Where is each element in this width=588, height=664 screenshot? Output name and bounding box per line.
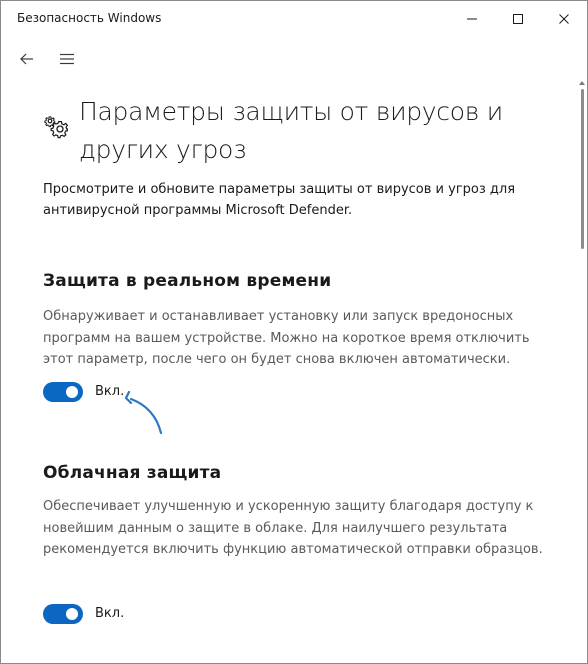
realtime-protection-description: Обнаруживает и останавливает установку и… bbox=[43, 309, 530, 367]
cloud-protection-toggle[interactable] bbox=[43, 604, 83, 624]
cloud-protection-toggle-label: Вкл. bbox=[95, 606, 125, 621]
realtime-protection-title: Защита в реальном времени bbox=[43, 271, 332, 291]
cloud-protection-title: Облачная защита bbox=[43, 463, 222, 483]
cloud-protection-description: Обеспечивает улучшенную и ускоренную защ… bbox=[43, 499, 543, 557]
scroll-up-arrow-icon[interactable] bbox=[579, 79, 585, 87]
vertical-scrollbar[interactable] bbox=[579, 79, 585, 663]
annotation-arrow-icon bbox=[124, 390, 163, 435]
page-title: Параметры защиты от вирусов и других угр… bbox=[79, 97, 503, 164]
toggle-knob bbox=[66, 386, 78, 398]
page-intro: Просмотрите и обновите параметры защиты … bbox=[43, 182, 516, 218]
toggle-knob bbox=[66, 608, 78, 620]
gears-settings-icon bbox=[44, 116, 69, 139]
scrollbar-thumb[interactable] bbox=[581, 89, 584, 249]
realtime-protection-toggle[interactable] bbox=[43, 382, 83, 402]
main-content: Параметры защиты от вирусов и других угр… bbox=[1, 1, 579, 663]
app-window: Безопасность Windows Параметры защиты от… bbox=[0, 0, 588, 664]
